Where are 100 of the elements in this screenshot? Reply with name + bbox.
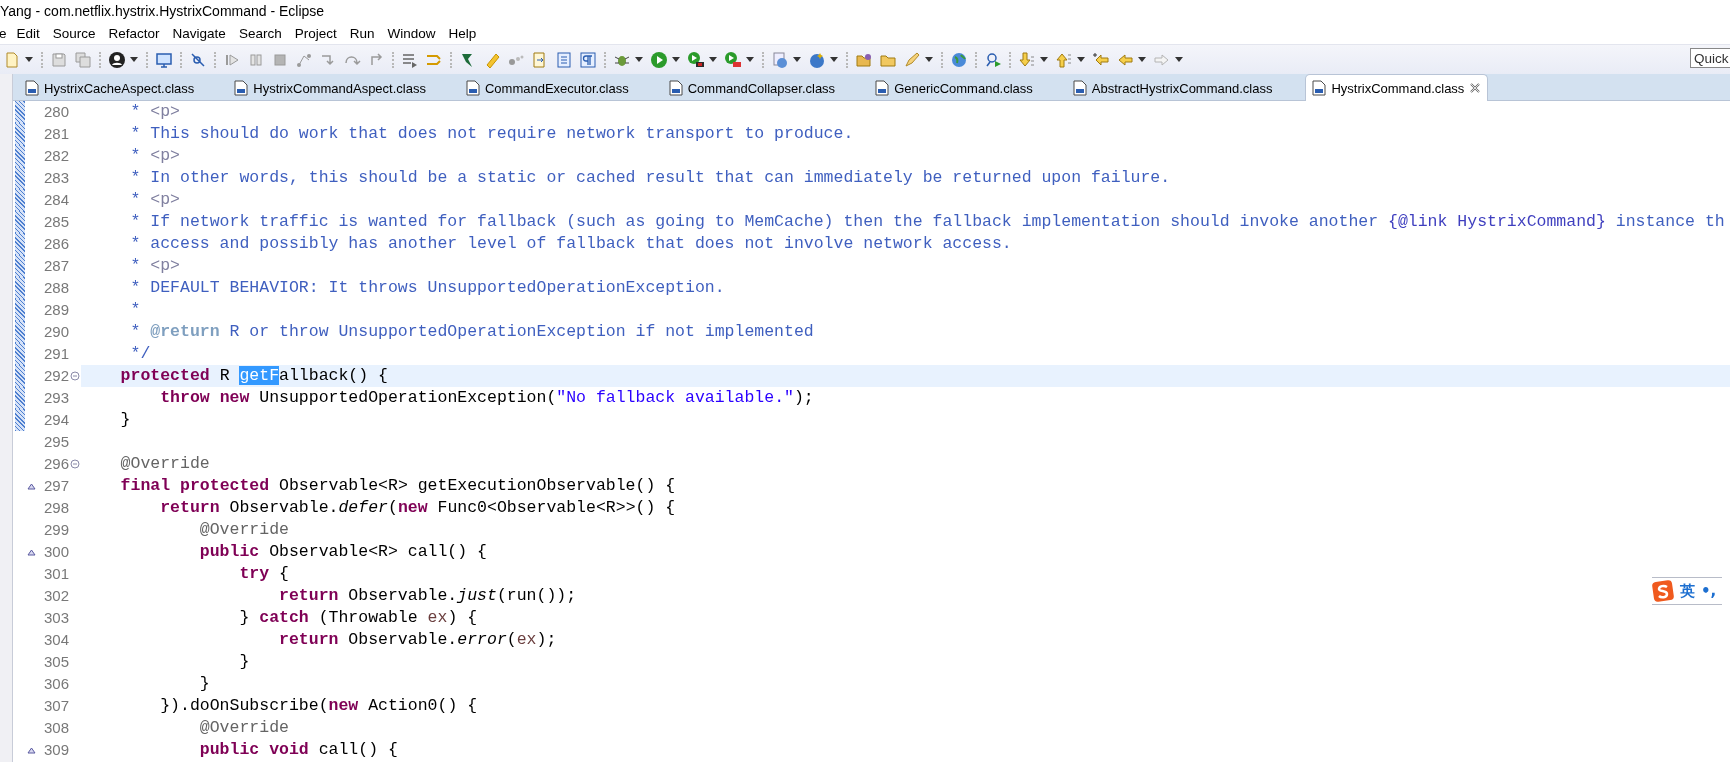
line-number: 303	[42, 608, 69, 628]
line-number: 281	[42, 124, 69, 144]
code-line: try {	[238, 563, 289, 585]
editor-tab[interactable]: CommandExecutor.class	[458, 75, 636, 100]
quick-access-field[interactable]: Quick	[1690, 48, 1730, 68]
editor-tab[interactable]: HystrixCacheAspect.class	[18, 75, 202, 100]
line-number: 289	[42, 300, 69, 320]
override-triangle-icon[interactable]	[26, 482, 36, 490]
menu-item[interactable]: e	[0, 25, 7, 41]
line-number: 287	[42, 256, 69, 276]
floppy-disks-icon[interactable]	[74, 50, 92, 69]
person-icon[interactable]	[108, 50, 126, 69]
line-number: 297	[42, 476, 69, 496]
class-file-icon	[1312, 80, 1327, 96]
class-file-icon	[234, 80, 249, 96]
code-line: public Observable<R> call() {	[198, 541, 487, 563]
dropdown-caret-icon[interactable]	[709, 57, 717, 62]
dropdown-caret-icon[interactable]	[793, 57, 801, 62]
window-title: Yang - com.netflix.hystrix.HystrixCommand - Eclipse	[0, 2, 326, 21]
monitor-icon[interactable]	[155, 50, 173, 69]
dropdown-caret-icon[interactable]	[830, 57, 838, 62]
menu-item[interactable]: Search	[238, 25, 282, 41]
line-number: 280	[42, 102, 69, 122]
dropdown-caret-icon[interactable]	[1175, 57, 1183, 62]
code-line: * In other words, this should be a static or cached result that can immediately be returned upon failure.	[129, 167, 1171, 189]
code-line: * <p>	[129, 101, 181, 123]
line-number: 305	[42, 652, 69, 672]
globe-icon[interactable]	[950, 50, 968, 69]
code-line: * If network traffic is wanted for fallback (such as going to MemCache) then the fallback implementation should invoke another {@link HystrixCommand} instance th	[129, 211, 1725, 233]
menu-item[interactable]: Edit	[16, 25, 40, 41]
dropdown-caret-icon[interactable]	[672, 57, 680, 62]
dropdown-caret-icon[interactable]	[25, 57, 33, 62]
search-play-icon[interactable]	[984, 50, 1002, 69]
line-number: 309	[42, 740, 69, 760]
code-line: return Observable.error(ex);	[278, 629, 557, 651]
editor-tab[interactable]: GenericCommand.class	[868, 75, 1040, 100]
class-file-icon	[875, 80, 890, 96]
dropdown-caret-icon[interactable]	[925, 57, 933, 62]
dropdown-caret-icon[interactable]	[1077, 57, 1085, 62]
code-line: return Observable.defer(new Func0<Observable<R>>() {	[159, 497, 676, 519]
line-number: 290	[42, 322, 69, 342]
ime-logo-icon[interactable]	[1652, 580, 1674, 602]
line-number: 286	[42, 234, 69, 254]
code-line: throw new UnsupportedOperationException("No fallback available.");	[159, 387, 814, 409]
line-number: 283	[42, 168, 69, 188]
override-triangle-icon[interactable]	[26, 746, 36, 754]
line-number: 307	[42, 696, 69, 716]
dropdown-caret-icon[interactable]	[746, 57, 754, 62]
line-number: 294	[42, 410, 69, 430]
menu-item[interactable]: Help	[448, 25, 477, 41]
play-toolbox-icon[interactable]	[687, 50, 705, 69]
code-line: }	[119, 409, 131, 431]
menu-item[interactable]: Refactor	[108, 25, 160, 41]
play-icon[interactable]	[650, 50, 668, 69]
line-number: 296	[42, 454, 69, 474]
code-line: }	[198, 673, 210, 695]
code-line: *	[129, 299, 141, 321]
override-triangle-icon[interactable]	[26, 548, 36, 556]
code-line: }	[238, 651, 250, 673]
line-number: 298	[42, 498, 69, 518]
editor-tab[interactable]: HystrixCommandAspect.class	[227, 75, 433, 100]
dropdown-caret-icon[interactable]	[635, 57, 643, 62]
pilcrow-icon[interactable]	[579, 50, 597, 69]
menu-item[interactable]: Run	[349, 25, 375, 41]
fold-toggle-icon[interactable]	[70, 459, 80, 469]
line-number: 295	[42, 432, 69, 452]
menu-item[interactable]: Window	[387, 25, 436, 41]
close-icon[interactable]	[1469, 82, 1482, 94]
dropdown-caret-icon[interactable]	[130, 57, 138, 62]
line-number: 302	[42, 586, 69, 606]
menu-item[interactable]: Project	[294, 25, 337, 41]
code-line: } catch (Throwable ex) {	[238, 607, 478, 629]
ime-label[interactable]: 英	[1680, 581, 1695, 601]
code-line: * DEFAULT BEHAVIOR: It throws UnsupportedOperationException.	[129, 277, 725, 299]
class-file-icon	[465, 80, 480, 96]
line-number: 308	[42, 718, 69, 738]
code-line: * access and possibly has another level of fallback that does not involve network access.	[129, 233, 1012, 255]
code-line: * <p>	[129, 189, 181, 211]
menu-item[interactable]: Source	[52, 25, 96, 41]
editor-tab[interactable]: HystrixCommand.class	[1305, 74, 1489, 101]
menu-item[interactable]: Navigate	[172, 25, 226, 41]
code-line: */	[129, 343, 151, 365]
editor-tab[interactable]: AbstractHystrixCommand.class	[1065, 75, 1280, 100]
line-number: 304	[42, 630, 69, 650]
code-line: public void call() {	[198, 739, 398, 761]
play-briefcase-icon[interactable]	[724, 50, 742, 69]
ime-label[interactable]: •,	[1701, 582, 1717, 600]
code-line: return Observable.just(run());	[278, 585, 577, 607]
line-number: 288	[42, 278, 69, 298]
slashed-pin-icon[interactable]	[189, 50, 207, 69]
dropdown-caret-icon[interactable]	[1040, 57, 1048, 62]
line-number: 299	[42, 520, 69, 540]
fold-toggle-icon[interactable]	[70, 371, 80, 381]
line-number: 306	[42, 674, 69, 694]
editor-tab[interactable]: CommandCollapser.class	[661, 75, 843, 100]
document-icon[interactable]	[555, 50, 573, 69]
code-line: * @return R or throw UnsupportedOperationException if not implemented	[129, 321, 814, 343]
class-file-icon	[1072, 80, 1087, 96]
dropdown-caret-icon[interactable]	[1138, 57, 1146, 62]
code-line: @Override	[119, 453, 210, 475]
